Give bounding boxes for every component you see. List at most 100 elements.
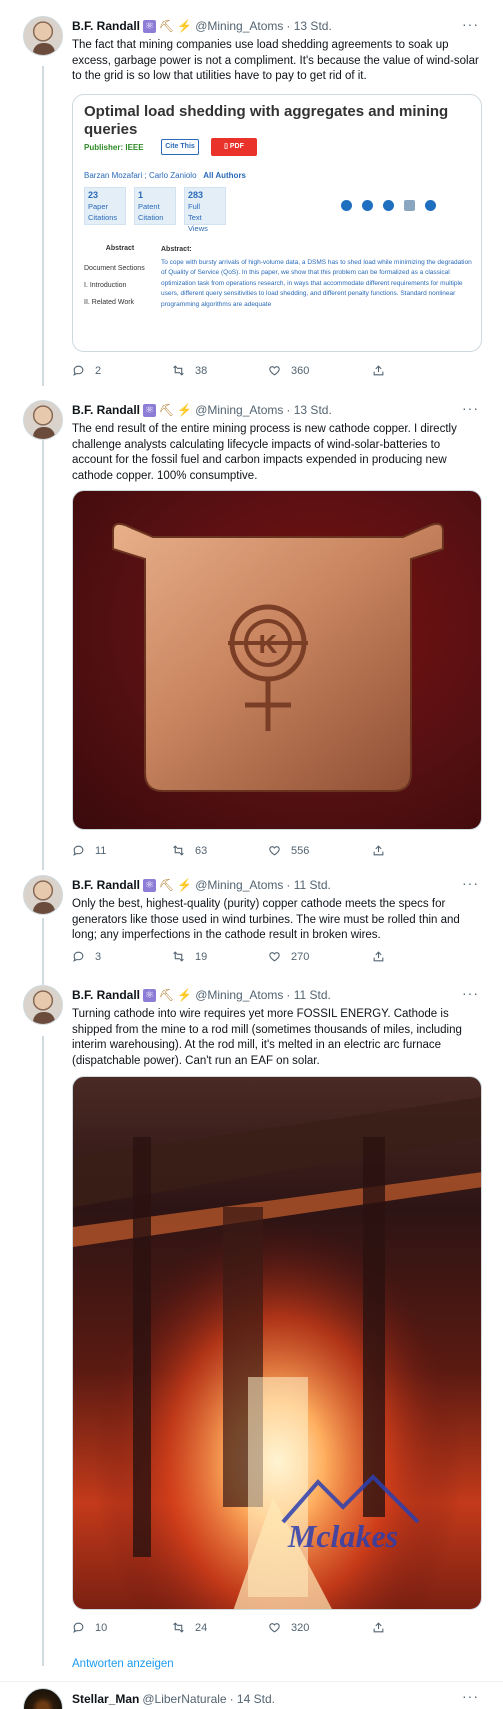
retweet-button[interactable]: 24 <box>172 1621 207 1634</box>
timestamp[interactable]: · 11 Std. <box>286 877 330 893</box>
copper-ingot-image[interactable]: K <box>72 490 482 830</box>
retweet-count: 38 <box>195 364 208 377</box>
more-options-icon[interactable]: ··· <box>462 1688 479 1704</box>
copper-ingot-graphic: K <box>112 522 444 792</box>
tweet[interactable]: B.F. Randall ⚛ ⛏ ⚡ @Mining_Atoms · 11 St… <box>0 975 503 1640</box>
like-button[interactable]: 556 <box>268 844 309 857</box>
like-button[interactable]: 320 <box>268 1621 309 1634</box>
retweet-count: 63 <box>195 844 208 857</box>
reply-button[interactable]: 11 <box>72 844 106 857</box>
avatar[interactable] <box>23 985 63 1025</box>
retweet-count: 19 <box>195 950 208 963</box>
author-name[interactable]: B.F. Randall <box>72 402 140 418</box>
like-button[interactable]: 360 <box>268 364 309 377</box>
lightning-icon: ⚡ <box>177 19 193 33</box>
retweet-icon <box>173 845 184 856</box>
reply-count: 10 <box>95 1621 108 1634</box>
share-button[interactable] <box>372 950 385 963</box>
share-icon <box>373 951 384 962</box>
retweet-button[interactable]: 38 <box>172 364 207 377</box>
retweet-button[interactable]: 19 <box>172 950 207 963</box>
retweet-icon <box>173 1622 184 1633</box>
author-name[interactable]: B.F. Randall <box>72 877 140 893</box>
metric-label: Patent <box>138 202 160 211</box>
furnace-image[interactable]: Mclakes <box>72 1076 482 1610</box>
heart-icon <box>269 1623 280 1633</box>
author-handle[interactable]: @Mining_Atoms <box>195 877 283 893</box>
show-replies-link[interactable]: Antworten anzeigen <box>72 1658 174 1670</box>
paper-title: Optimal load shedding with aggregates an… <box>84 103 449 138</box>
author-name[interactable]: B.F. Randall <box>72 987 140 1003</box>
tweet-header: B.F. Randall ⚛ ⛏ ⚡ @Mining_Atoms · 13 St… <box>72 18 332 34</box>
tweet[interactable]: B.F. Randall ⚛ ⛏ ⚡ @Mining_Atoms · 13 St… <box>0 0 503 390</box>
tweet-text: Only the best, highest-quality (purity) … <box>72 898 460 941</box>
toc-item: II. Related Work <box>84 299 135 306</box>
tweet-text: Turning cathode into wire requires yet m… <box>72 1008 462 1067</box>
timestamp[interactable]: · 13 Std. <box>286 18 331 34</box>
reply-icon <box>73 951 84 962</box>
timestamp[interactable]: · 11 Std. <box>286 987 330 1003</box>
author-handle[interactable]: @Mining_Atoms <box>195 18 283 34</box>
share-button[interactable] <box>372 1621 385 1634</box>
pdf-button: ▯ PDF <box>211 138 257 156</box>
tweet-text: The fact that mining companies use load … <box>72 39 479 82</box>
tweet[interactable]: B.F. Randall ⚛ ⛏ ⚡ @Mining_Atoms · 13 St… <box>0 390 503 865</box>
avatar[interactable] <box>23 1688 63 1709</box>
author-handle[interactable]: @Mining_Atoms <box>195 987 283 1003</box>
avatar[interactable] <box>23 875 63 915</box>
atom-icon: ⚛ <box>143 988 157 1002</box>
reply-icon <box>73 365 84 376</box>
metric-label: Paper <box>88 202 109 211</box>
tweet-actions: 11 63 556 <box>72 844 402 860</box>
like-count: 360 <box>291 364 310 377</box>
paper-screenshot[interactable]: Optimal load shedding with aggregates an… <box>72 94 482 352</box>
avatar[interactable] <box>23 400 63 440</box>
more-options-icon[interactable]: ··· <box>462 16 479 32</box>
atom-icon: ⚛ <box>143 403 157 417</box>
more-options-icon[interactable]: ··· <box>462 875 479 891</box>
author-handle[interactable]: @LiberNaturale <box>142 1691 226 1707</box>
reply-button[interactable]: 3 <box>72 950 101 963</box>
reply-button[interactable]: 2 <box>72 364 101 377</box>
reply-button[interactable]: 10 <box>72 1621 107 1634</box>
lightning-icon: ⚡ <box>177 878 193 892</box>
share-button[interactable] <box>372 844 385 857</box>
all-authors-link: All Authors <box>203 171 246 180</box>
retweet-count: 24 <box>195 1621 208 1634</box>
atom-icon: ⚛ <box>143 878 157 892</box>
reply-count: 2 <box>95 364 102 377</box>
tweet-actions: 3 19 270 <box>72 950 402 966</box>
avatar[interactable] <box>23 16 63 56</box>
retweet-button[interactable]: 63 <box>172 844 207 857</box>
like-button[interactable]: 270 <box>268 950 309 963</box>
share-icon <box>373 845 384 856</box>
like-count: 320 <box>291 1621 310 1634</box>
tweet[interactable]: B.F. Randall ⚛ ⛏ ⚡ @Mining_Atoms · 11 St… <box>0 865 503 975</box>
retweet-icon <box>173 951 184 962</box>
author-1: Barzan Mozafari ; <box>84 171 147 180</box>
toc-item: Document Sections <box>84 265 145 272</box>
tweet[interactable]: Stellar_Man @LiberNaturale · 14 Std. ··· <box>0 1682 503 1709</box>
like-count: 556 <box>291 844 310 857</box>
more-options-icon[interactable]: ··· <box>462 985 479 1001</box>
heart-icon <box>269 366 280 376</box>
paper-authors: Barzan Mozafari ; Carlo Zaniolo All Auth… <box>84 171 246 180</box>
share-button[interactable] <box>372 364 385 377</box>
author-name[interactable]: B.F. Randall <box>72 18 140 34</box>
metric-label: Citations <box>88 213 118 222</box>
heart-icon <box>269 846 280 856</box>
timestamp[interactable]: · 13 Std. <box>286 402 331 418</box>
author-handle[interactable]: @Mining_Atoms <box>195 402 283 418</box>
retweet-icon <box>173 365 184 376</box>
furnace-logo: Mclakes <box>287 1518 398 1554</box>
author-name[interactable]: Stellar_Man <box>72 1691 139 1707</box>
paper-tool-icons <box>341 200 436 211</box>
timestamp[interactable]: · 14 Std. <box>230 1691 275 1707</box>
folder-icon <box>404 200 415 211</box>
metric-citations: 23 Paper Citations <box>84 187 126 225</box>
metric-patent: 1 Patent Citation <box>134 187 176 225</box>
more-options-icon[interactable]: ··· <box>462 400 479 416</box>
tweet-header: B.F. Randall ⚛ ⛏ ⚡ @Mining_Atoms · 11 St… <box>72 987 331 1003</box>
reply-icon <box>73 845 84 856</box>
pickaxe-icon: ⛏ <box>159 878 175 892</box>
